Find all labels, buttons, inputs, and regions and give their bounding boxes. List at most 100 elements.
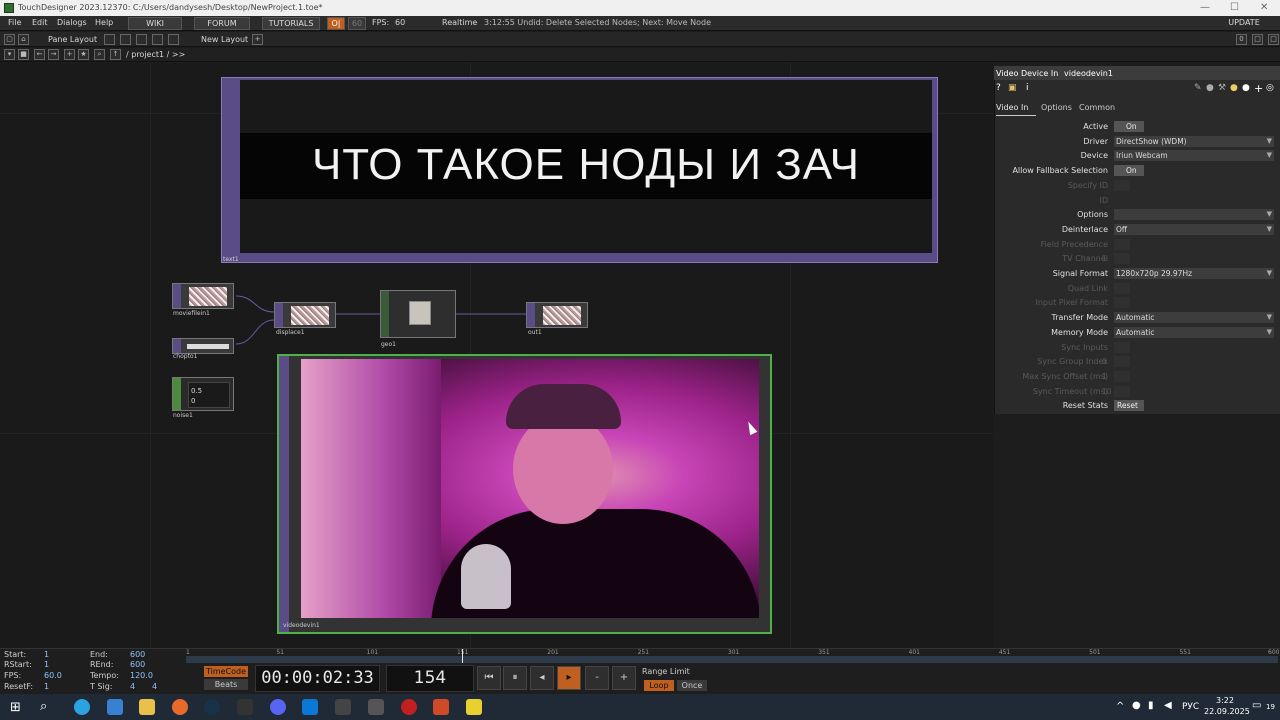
epic-games-icon[interactable] xyxy=(237,699,253,715)
start-value[interactable]: 1 xyxy=(44,650,49,659)
param-toggle[interactable]: On xyxy=(1114,121,1144,132)
step-back-icon[interactable]: ◂ xyxy=(530,666,554,690)
param-value[interactable]: DirectShow (WDM) ▼ xyxy=(1114,135,1274,147)
dropdown-arrow-icon[interactable]: ▼ xyxy=(1267,327,1272,338)
param-value[interactable]: ▼ xyxy=(1114,209,1274,221)
param-value[interactable]: Off ▼ xyxy=(1114,223,1274,235)
dropdown-arrow-icon[interactable]: ▼ xyxy=(1267,209,1272,220)
step-minus-icon[interactable]: - xyxy=(585,666,609,690)
param-value[interactable] xyxy=(1114,179,1130,191)
reset-stats-button[interactable]: Reset xyxy=(1114,400,1144,412)
rend-value[interactable]: 600 xyxy=(130,660,145,669)
clock-time[interactable]: 3:22 xyxy=(1216,696,1234,705)
timeline-tick-label: 51 xyxy=(276,649,284,656)
telegram-icon[interactable] xyxy=(74,699,90,715)
param-value[interactable] xyxy=(1114,238,1130,250)
phone-icon[interactable]: ▮ xyxy=(1148,700,1154,711)
notes-icon[interactable] xyxy=(466,699,482,715)
tray-chevron-icon[interactable]: ^ xyxy=(1116,701,1124,712)
steam-icon[interactable] xyxy=(204,699,220,715)
loop-button[interactable]: Loop xyxy=(644,680,674,691)
minimize-icon[interactable]: — xyxy=(1200,2,1210,13)
info-icon[interactable]: i xyxy=(1026,83,1029,93)
color-icon[interactable]: ● xyxy=(1230,83,1238,93)
param-value[interactable]: 10 xyxy=(1102,385,1130,397)
param-value[interactable] xyxy=(1114,282,1130,294)
timecode-button[interactable]: TimeCode xyxy=(204,666,248,677)
dropdown-arrow-icon[interactable]: ▼ xyxy=(1267,136,1272,147)
timeline-ruler[interactable] xyxy=(186,656,1278,663)
tsig-b[interactable]: 4 xyxy=(152,682,157,691)
pause-icon[interactable]: ⏸ xyxy=(503,666,527,690)
pane-split-icon[interactable]: □ xyxy=(1268,34,1279,45)
dropdown-arrow-icon[interactable]: ▼ xyxy=(1267,150,1272,161)
maximize-icon[interactable]: ☐ xyxy=(1230,2,1239,13)
param-label: ID xyxy=(1099,195,1108,205)
end-value[interactable]: 600 xyxy=(130,650,145,659)
tab-options[interactable]: Options xyxy=(1041,103,1072,112)
taskbar-app-icon[interactable] xyxy=(107,699,123,715)
pane-close-icon[interactable]: 0 xyxy=(1236,34,1247,45)
clock-date[interactable]: 22.09.2025 xyxy=(1204,707,1250,716)
store-icon[interactable] xyxy=(302,699,318,715)
dropdown-arrow-icon[interactable]: ▼ xyxy=(1267,224,1272,235)
timeline-tick-label: 501 xyxy=(1089,649,1101,656)
file-explorer-icon[interactable] xyxy=(139,699,155,715)
pane-max-icon[interactable]: □ xyxy=(1252,34,1263,45)
add-param-icon[interactable]: + xyxy=(1254,82,1263,95)
param-value[interactable] xyxy=(1114,341,1130,353)
obs-icon[interactable] xyxy=(401,699,417,715)
windows-start-icon[interactable]: ⊞ xyxy=(10,700,21,715)
param-value[interactable]: 1 xyxy=(1102,253,1130,265)
notification-icon[interactable]: ▭ xyxy=(1252,700,1261,711)
param-value[interactable]: 1280x720p 29.97Hz ▼ xyxy=(1114,268,1274,279)
timecode-display[interactable]: 00:00:02:33 xyxy=(255,665,380,692)
param-value[interactable]: Automatic ▼ xyxy=(1114,312,1274,324)
settings-icon[interactable]: ◎ xyxy=(1266,83,1274,93)
discord-icon[interactable] xyxy=(270,699,286,715)
param-value[interactable] xyxy=(1114,297,1130,309)
close-icon[interactable]: ✕ xyxy=(1260,2,1268,13)
firefox-icon[interactable] xyxy=(172,699,188,715)
touchdesigner-2-icon[interactable] xyxy=(368,699,384,715)
tab-video-in[interactable]: Video In xyxy=(996,103,1036,116)
volume-icon[interactable]: ◀ xyxy=(1164,700,1172,711)
mic-icon[interactable]: ● xyxy=(1132,700,1141,711)
frame-display[interactable]: 154 xyxy=(386,665,474,692)
step-plus-icon[interactable]: + xyxy=(612,666,636,690)
wrench-icon[interactable]: ⚒ xyxy=(1218,83,1226,93)
play-icon[interactable]: ▸ xyxy=(557,666,581,690)
param-value[interactable]: Automatic ▼ xyxy=(1114,326,1274,338)
touchdesigner-icon[interactable] xyxy=(335,699,351,715)
tempo-value[interactable]: 120.0 xyxy=(130,671,153,680)
help-icon[interactable]: ? xyxy=(996,83,1001,93)
param-value[interactable]: Iriun Webcam ▼ xyxy=(1114,150,1274,162)
rstart-value[interactable]: 1 xyxy=(44,660,49,669)
playhead[interactable] xyxy=(462,649,464,663)
param-value[interactable]: 1 xyxy=(1102,370,1130,382)
custom-icon[interactable]: ● xyxy=(1242,83,1250,93)
timeline-tick-label: 551 xyxy=(1179,649,1191,656)
python-icon[interactable]: ▣ xyxy=(1008,83,1017,93)
param-toggle[interactable]: On xyxy=(1114,165,1144,177)
language-indicator[interactable]: РУС xyxy=(1182,702,1199,712)
op-name[interactable]: videodevin1 xyxy=(1064,69,1113,78)
app-icon[interactable] xyxy=(433,699,449,715)
fps-label-tl: FPS: xyxy=(4,671,22,680)
once-button[interactable]: Once xyxy=(677,680,707,691)
param-value[interactable]: 0 xyxy=(1102,356,1130,368)
dropdown-arrow-icon[interactable]: ▼ xyxy=(1267,268,1272,279)
beats-button[interactable]: Beats xyxy=(204,679,248,690)
comment-icon[interactable]: ● xyxy=(1206,83,1214,93)
dropdown-arrow-icon[interactable]: ▼ xyxy=(1267,312,1272,323)
rewind-icon[interactable]: ⏮ xyxy=(477,666,501,690)
tab-common[interactable]: Common xyxy=(1079,103,1115,112)
fps-value-tl[interactable]: 60.0 xyxy=(44,671,62,680)
resetf-value[interactable]: 1 xyxy=(44,682,49,691)
pencil-icon[interactable]: ✎ xyxy=(1194,83,1202,93)
timeline-tick-label: 301 xyxy=(727,649,740,656)
param-value-text: Off xyxy=(1116,224,1128,234)
update-button[interactable]: UPDATE xyxy=(1210,17,1278,30)
taskbar-search-icon[interactable]: ⌕ xyxy=(40,699,47,714)
tsig-a[interactable]: 4 xyxy=(130,682,135,691)
